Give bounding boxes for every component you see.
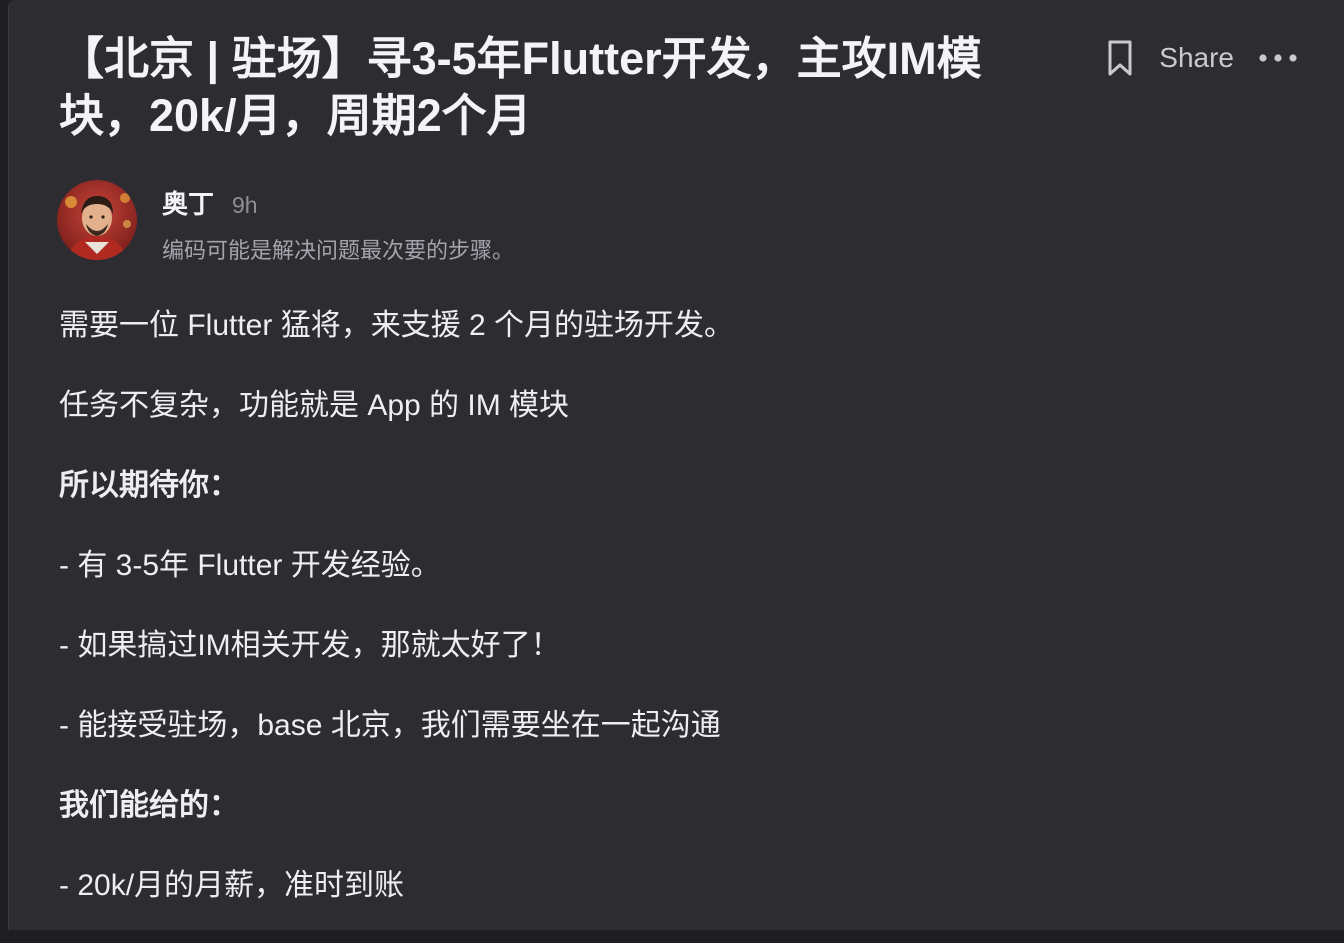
- author-row: 奥丁 9h 编码可能是解决问题最次要的步骤。: [57, 180, 514, 265]
- more-icon[interactable]: [1258, 38, 1298, 78]
- body-paragraph: 任务不复杂，功能就是 App 的 IM 模块: [59, 389, 570, 422]
- author-line: 奥丁 9h: [162, 184, 514, 221]
- list-item: - 如果搞过IM相关开发，那就太好了！: [59, 629, 561, 662]
- post-time: 9h: [232, 192, 258, 218]
- post-body: 需要一位 Flutter 猛将，来支援 2 个月的驻场开发。 任务不复杂，功能就…: [59, 303, 1259, 943]
- section-heading: 所以期待你：: [59, 469, 239, 502]
- post-title: 【北京 | 驻场】寻3-5年Flutter开发，主攻IM模块，20k/月，周期2…: [59, 33, 982, 141]
- author-meta: 奥丁 9h 编码可能是解决问题最次要的步骤。: [162, 184, 514, 265]
- list-item: - 有 3-5年 Flutter 开发经验。: [59, 549, 441, 582]
- list-item: - 能接受驻场，base 北京，我们需要坐在一起沟通: [59, 709, 721, 742]
- section-heading: 我们能给的：: [59, 789, 239, 822]
- bookmark-icon[interactable]: [1105, 38, 1135, 78]
- post-page: 【北京 | 驻场】寻3-5年Flutter开发，主攻IM模块，20k/月，周期2…: [8, 0, 1344, 930]
- list-item: - 20k/月的月薪，准时到账: [59, 869, 405, 902]
- post-actions: Share: [1105, 38, 1298, 78]
- author-name[interactable]: 奥丁: [162, 184, 214, 221]
- author-bio: 编码可能是解决问题最次要的步骤。: [162, 238, 515, 263]
- avatar[interactable]: [57, 180, 137, 260]
- body-paragraph: 需要一位 Flutter 猛将，来支援 2 个月的驻场开发。: [59, 309, 735, 342]
- share-button[interactable]: Share: [1157, 42, 1236, 74]
